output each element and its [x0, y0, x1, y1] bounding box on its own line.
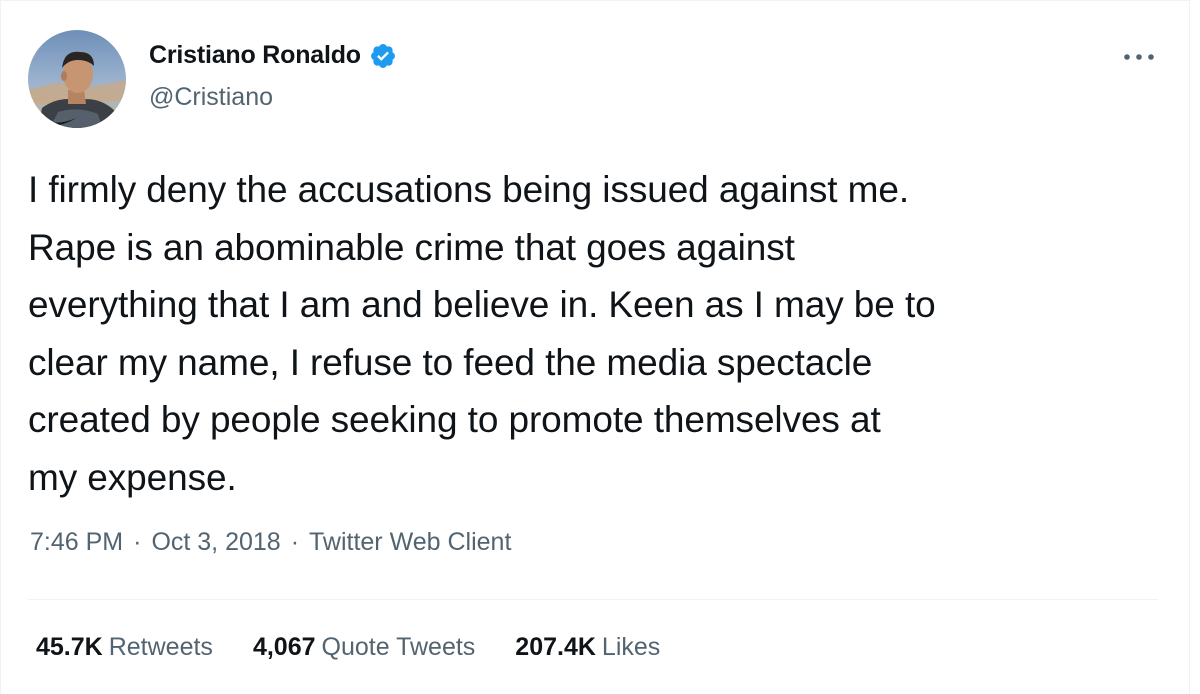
quote-tweets-stat[interactable]: 4,067 Quote Tweets: [253, 633, 475, 662]
likes-label: Likes: [601, 633, 661, 661]
tweet-time[interactable]: 7:46 PM: [30, 528, 123, 557]
author-display-name[interactable]: Cristiano Ronaldo: [149, 41, 361, 70]
avatar-image: [28, 30, 126, 128]
likes-count: 207.4K: [515, 633, 596, 661]
more-options-button[interactable]: [1119, 43, 1159, 71]
author-name-row: Cristiano Ronaldo: [149, 41, 397, 70]
author-handle[interactable]: @Cristiano: [149, 83, 273, 112]
verified-badge-icon: [369, 42, 397, 70]
tweet-meta: 7:46 PM · Oct 3, 2018 · Twitter Web Clie…: [30, 528, 511, 557]
tweet-source[interactable]: Twitter Web Client: [309, 528, 511, 557]
quote-tweets-label: Quote Tweets: [321, 633, 476, 661]
ellipsis-icon: [1124, 54, 1154, 60]
likes-stat[interactable]: 207.4K Likes: [515, 633, 660, 662]
divider: [28, 599, 1158, 600]
retweets-count: 45.7K: [36, 633, 103, 661]
tweet-card: Cristiano Ronaldo @Cristiano I firmly de…: [0, 0, 1190, 694]
retweets-stat[interactable]: 45.7K Retweets: [36, 633, 213, 662]
meta-separator: ·: [133, 528, 142, 556]
tweet-text: I firmly deny the accusations being issu…: [28, 169, 936, 498]
quote-tweets-count: 4,067: [252, 633, 316, 661]
meta-separator: ·: [290, 528, 300, 556]
retweets-label: Retweets: [108, 633, 213, 661]
tweet-stats: 45.7K Retweets 4,067 Quote Tweets 207.4K Li…: [36, 633, 700, 662]
author-avatar[interactable]: [28, 30, 126, 128]
tweet-date[interactable]: Oct 3, 2018: [151, 528, 280, 557]
